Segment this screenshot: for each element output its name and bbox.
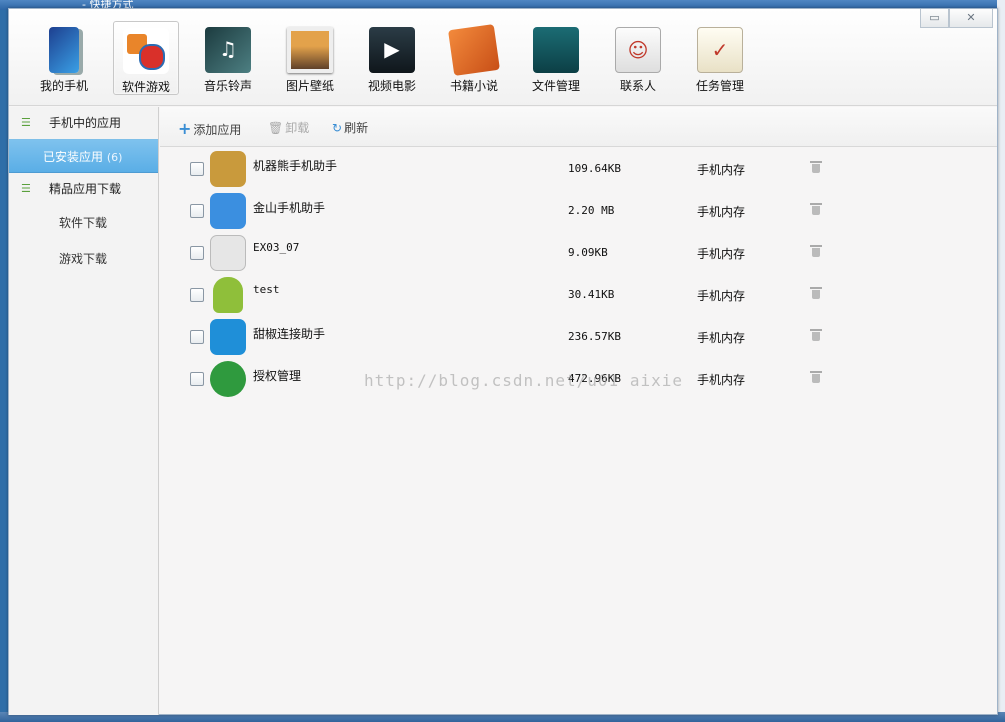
nav-label: 我的手机	[39, 79, 88, 93]
app-size: 2.20 MB	[568, 204, 615, 217]
nav-label: 任务管理	[695, 79, 744, 93]
nav-label: 图片壁纸	[285, 79, 334, 93]
table-row[interactable]: 金山手机助手 2.20 MB 手机内存	[160, 190, 997, 232]
toolbar: + 添加应用 🗑 卸载 ↻ 刷新	[160, 107, 997, 147]
app-location: 手机内存	[697, 289, 746, 303]
app-list: 机器熊手机助手 109.64KB 手机内存 金山手机助手 2.20 MB 手机内…	[160, 148, 997, 400]
nav-label: 音乐铃声	[203, 79, 252, 93]
table-row[interactable]: 甜椒连接助手 236.57KB 手机内存	[160, 316, 997, 358]
android-icon	[213, 277, 243, 313]
refresh-button[interactable]: ↻ 刷新	[332, 119, 368, 136]
minimize-button[interactable]: ▭	[920, 9, 949, 28]
sidebar-item-installed-apps[interactable]: 已安装应用 (6)	[9, 139, 158, 173]
nav-video-movies[interactable]: ▶ 视频电影	[359, 21, 425, 95]
app-location: 手机内存	[697, 373, 746, 387]
app-name: 甜椒连接助手	[253, 327, 326, 341]
delete-icon[interactable]	[810, 287, 822, 299]
app-location: 手机内存	[697, 331, 746, 345]
row-checkbox[interactable]	[190, 204, 204, 218]
sidebar-group-label: 精品应用下载	[49, 182, 122, 196]
contacts-icon: ☺	[615, 27, 661, 73]
row-checkbox[interactable]	[190, 246, 204, 260]
window-controls: ▭ ✕	[920, 9, 993, 28]
book-icon	[448, 24, 500, 76]
app-name: EX03_07	[253, 241, 300, 254]
nav-contacts[interactable]: ☺ 联系人	[605, 21, 671, 95]
app-document-icon	[210, 235, 246, 271]
nav-label: 软件游戏	[121, 80, 170, 94]
sidebar-item-software-download[interactable]: 软件下载	[9, 205, 158, 241]
nav-task-manager[interactable]: ✓ 任务管理	[687, 21, 753, 95]
refresh-label: 刷新	[344, 121, 369, 135]
photo-icon	[287, 27, 333, 73]
app-kingsoft-icon	[210, 193, 246, 229]
delete-icon[interactable]	[810, 329, 822, 341]
app-size: 9.09KB	[568, 246, 608, 259]
app-name: 金山手机助手	[253, 201, 326, 215]
list-icon: ☰	[21, 116, 31, 129]
app-size: 30.41KB	[568, 288, 615, 301]
nav-books-novels[interactable]: 书籍小说	[441, 21, 507, 95]
nav-pictures-wallpapers[interactable]: 图片壁纸	[277, 21, 343, 95]
row-checkbox[interactable]	[190, 162, 204, 176]
app-size: 109.64KB	[568, 162, 621, 175]
sidebar-group-featured-downloads[interactable]: ☰ 精品应用下载	[9, 173, 158, 205]
apps-games-icon	[123, 28, 169, 74]
app-bear-icon	[210, 151, 246, 187]
list-icon: ☰	[21, 182, 31, 195]
row-checkbox[interactable]	[190, 372, 204, 386]
app-name: 机器熊手机助手	[253, 159, 338, 173]
plus-icon: +	[178, 119, 192, 138]
delete-icon[interactable]	[810, 245, 822, 257]
nav-label: 文件管理	[531, 79, 580, 93]
nav-file-manager[interactable]: 文件管理	[523, 21, 589, 95]
delete-icon[interactable]	[810, 371, 822, 383]
desktop-background-right	[997, 0, 1005, 722]
refresh-icon: ↻	[332, 121, 343, 135]
sidebar-item-game-download[interactable]: 游戏下载	[9, 241, 158, 277]
nav-music-ringtones[interactable]: ♫ 音乐铃声	[195, 21, 261, 95]
top-navigation: 我的手机 软件游戏 ♫ 音乐铃声 图片壁纸 ▶ 视频电影 书籍小说 文件管理 ☺…	[9, 9, 997, 106]
sidebar-group-label: 手机中的应用	[49, 116, 122, 130]
uninstall-button[interactable]: 🗑 卸载	[268, 119, 309, 136]
nav-software-games[interactable]: 软件游戏	[113, 21, 179, 95]
app-name: test	[253, 283, 280, 296]
sidebar-group-phone-apps[interactable]: ☰ 手机中的应用	[9, 107, 158, 139]
folder-icon	[533, 27, 579, 73]
music-icon: ♫	[205, 27, 251, 73]
app-location: 手机内存	[697, 163, 746, 177]
table-row[interactable]: 机器熊手机助手 109.64KB 手机内存	[160, 148, 997, 190]
table-row[interactable]: EX03_07 9.09KB 手机内存	[160, 232, 997, 274]
app-location: 手机内存	[697, 205, 746, 219]
sidebar: ☰ 手机中的应用 已安装应用 (6) ☰ 精品应用下载 软件下载 游戏下载	[9, 107, 159, 715]
table-row[interactable]: test 30.41KB 手机内存	[160, 274, 997, 316]
installed-count-badge: (6)	[106, 151, 123, 164]
watermark: http://blog.csdn.net/u01 aixie	[364, 371, 683, 390]
delete-icon[interactable]	[810, 203, 822, 215]
close-button[interactable]: ✕	[949, 9, 993, 28]
add-app-label: 添加应用	[193, 123, 242, 137]
app-size: 236.57KB	[568, 330, 621, 343]
nav-label: 联系人	[619, 79, 656, 93]
row-checkbox[interactable]	[190, 288, 204, 302]
app-location: 手机内存	[697, 247, 746, 261]
uninstall-label: 卸载	[285, 121, 310, 135]
app-shield-icon	[210, 361, 246, 397]
trash-icon: 🗑	[268, 121, 284, 135]
app-name: 授权管理	[253, 369, 302, 383]
app-window: 我的手机 软件游戏 ♫ 音乐铃声 图片壁纸 ▶ 视频电影 书籍小说 文件管理 ☺…	[8, 8, 998, 715]
row-checkbox[interactable]	[190, 330, 204, 344]
video-icon: ▶	[369, 27, 415, 73]
nav-label: 视频电影	[367, 79, 416, 93]
app-pepper-icon	[210, 319, 246, 355]
sidebar-item-label: 已安装应用	[43, 150, 104, 164]
task-icon: ✓	[697, 27, 743, 73]
nav-label: 书籍小说	[449, 79, 498, 93]
phone-icon	[49, 27, 79, 73]
delete-icon[interactable]	[810, 161, 822, 173]
nav-my-phone[interactable]: 我的手机	[31, 21, 97, 95]
add-app-button[interactable]: + 添加应用	[178, 119, 241, 138]
